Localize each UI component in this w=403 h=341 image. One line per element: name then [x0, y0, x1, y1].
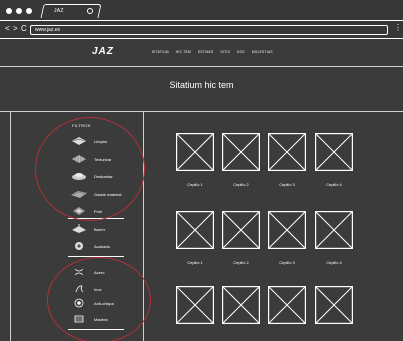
- filter-label: Barrer: [94, 226, 106, 232]
- product-image-placeholder[interactable]: [222, 286, 260, 324]
- header-divider: [0, 66, 403, 67]
- main-nav: SITATIUM HIC TEM ESTIAES SITIS DOS MOLES…: [152, 50, 273, 54]
- url-input[interactable]: www.jaz.es: [30, 25, 388, 35]
- nav-item-sitatium[interactable]: SITATIUM: [152, 50, 169, 54]
- filter-barrer[interactable]: Barrer: [70, 224, 105, 234]
- sweeping-brush-icon: [72, 224, 86, 233]
- window-maximize-dot[interactable]: [26, 8, 32, 14]
- product-caption[interactable]: Cepillo 3: [262, 260, 312, 265]
- product-caption[interactable]: Cepillo 2: [216, 260, 266, 265]
- hero-title: Sitatium hic tem: [169, 80, 234, 90]
- product-image-placeholder[interactable]: [176, 211, 214, 249]
- product-caption[interactable]: Cepillo 1: [170, 260, 220, 265]
- product-image-placeholder[interactable]: [222, 211, 260, 249]
- product-image-placeholder[interactable]: [268, 211, 306, 249]
- product-caption[interactable]: Cepillo 3: [262, 182, 312, 187]
- nav-item-estiaes[interactable]: ESTIAES: [198, 50, 214, 54]
- nav-item-hic-tem[interactable]: HIC TEM: [176, 50, 191, 54]
- site-logo[interactable]: JAZ: [92, 46, 114, 57]
- product-image-placeholder[interactable]: [315, 286, 353, 324]
- back-icon[interactable]: <: [5, 24, 10, 34]
- window-close-dot[interactable]: [6, 8, 12, 14]
- nav-item-dos[interactable]: DOS: [237, 50, 245, 54]
- product-caption[interactable]: Cepillo 2: [216, 182, 266, 187]
- product-caption[interactable]: Cepillo 1: [170, 182, 220, 187]
- annotation-circle-materials: [47, 257, 151, 341]
- product-image-placeholder[interactable]: [315, 211, 353, 249]
- product-image-placeholder[interactable]: [222, 133, 260, 171]
- product-image-placeholder[interactable]: [268, 286, 306, 324]
- product-caption[interactable]: Cepillo 4: [309, 182, 359, 187]
- chrome-bottom-border: [0, 38, 403, 39]
- product-image-placeholder[interactable]: [176, 286, 214, 324]
- annotation-circle-filters: [35, 117, 145, 221]
- product-image-placeholder[interactable]: [268, 133, 306, 171]
- tab-close-icon[interactable]: [87, 8, 93, 14]
- sidebar-left-border: [10, 111, 11, 341]
- forward-icon[interactable]: >: [13, 24, 18, 34]
- filter-acabado[interactable]: Acabado: [70, 241, 110, 251]
- browser-tab-title: JAZ: [54, 8, 64, 14]
- product-caption[interactable]: Cepillo 4: [309, 260, 359, 265]
- finishing-brush-icon: [75, 242, 83, 250]
- browser-menu-icon[interactable]: ⋮: [394, 23, 402, 32]
- product-image-placeholder[interactable]: [315, 133, 353, 171]
- product-image-placeholder[interactable]: [176, 133, 214, 171]
- hero-divider: [0, 111, 403, 112]
- reload-icon[interactable]: C: [21, 24, 27, 34]
- nav-item-molestias[interactable]: MOLESTIAS: [252, 50, 273, 54]
- filter-label: Acabado: [94, 243, 110, 249]
- nav-item-sitis[interactable]: SITIS: [221, 50, 230, 54]
- window-minimize-dot[interactable]: [16, 8, 22, 14]
